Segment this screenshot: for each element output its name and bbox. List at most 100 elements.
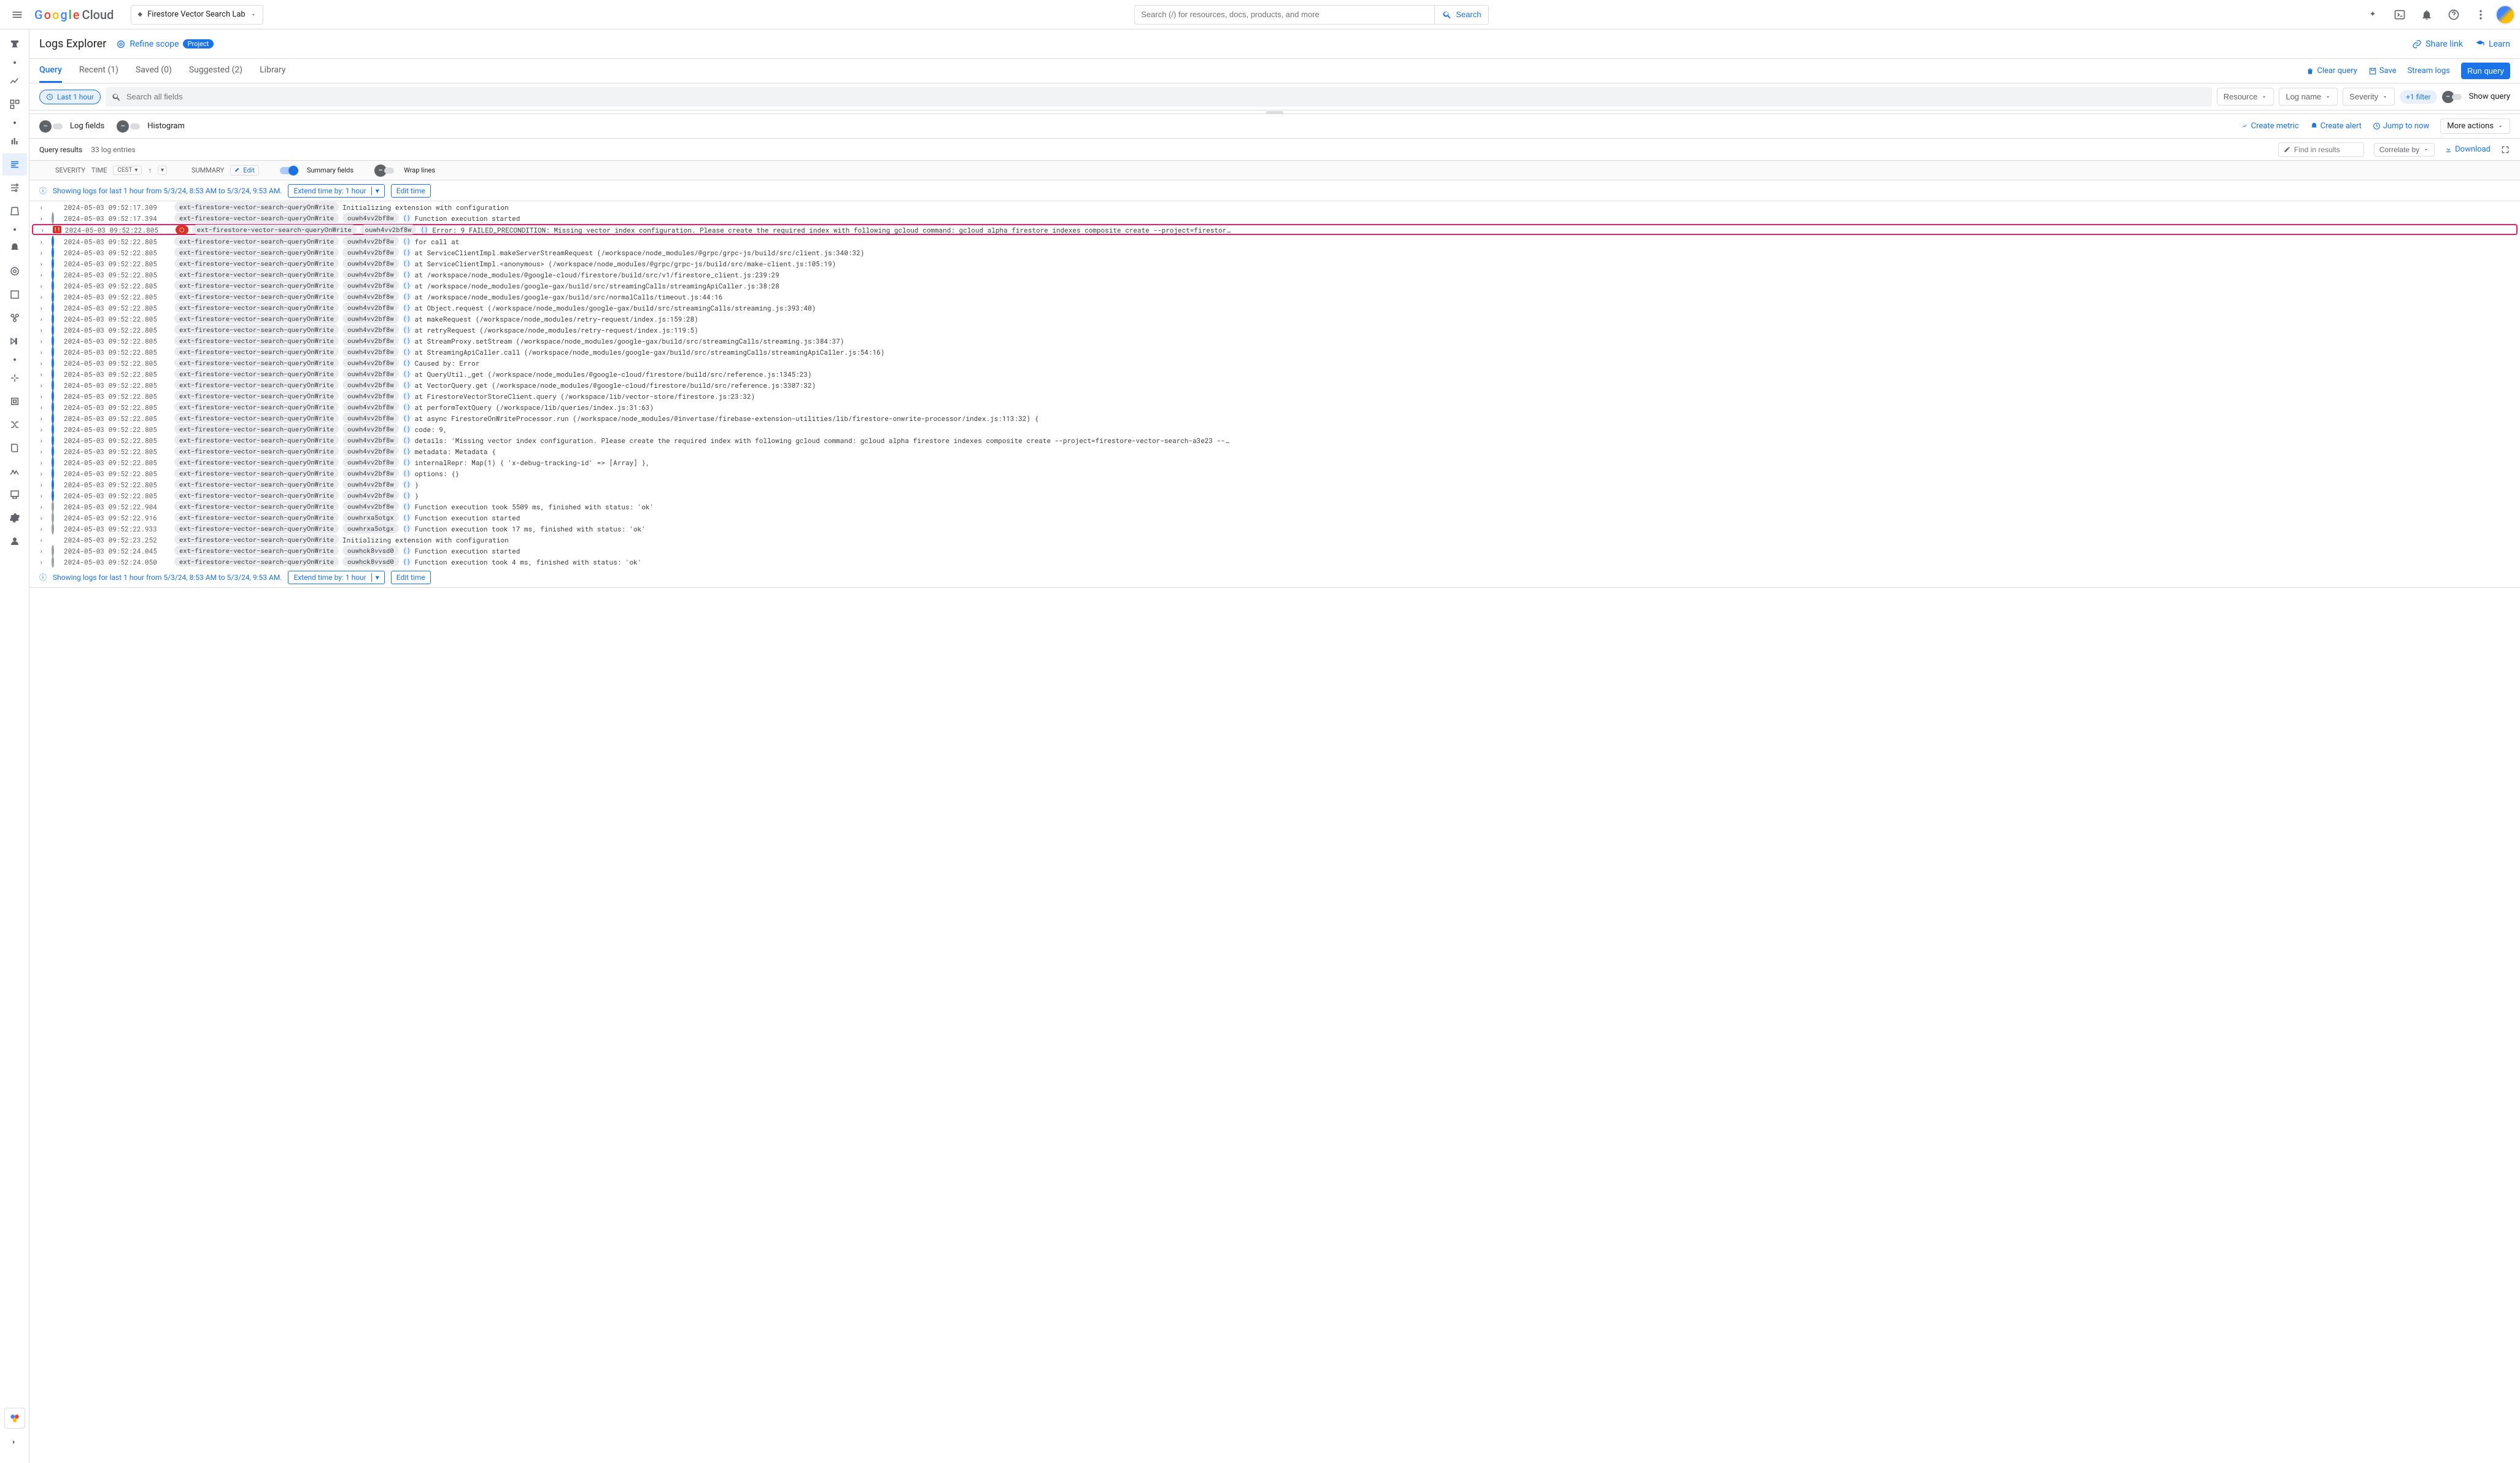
show-query-toggle[interactable]: − xyxy=(2442,91,2462,103)
log-row[interactable]: ›!!2024-05-03 09:52:22.805⬡ext-firestore… xyxy=(32,224,2518,235)
find-in-results-input[interactable] xyxy=(2294,145,2359,154)
expand-icon[interactable]: › xyxy=(39,248,48,257)
rail-settings-icon[interactable] xyxy=(2,507,27,529)
jump-to-now-button[interactable]: Jump to now xyxy=(2373,122,2429,131)
cloud-functions-icon[interactable]: ⟨⟩ xyxy=(403,259,411,268)
function-name-chip[interactable]: ext-firestore-vector-search-queryOnWrite xyxy=(174,457,339,467)
cloud-functions-icon[interactable]: ⟨⟩ xyxy=(403,557,411,566)
expand-icon[interactable]: › xyxy=(39,480,48,489)
function-name-chip[interactable]: ext-firestore-vector-search-queryOnWrite xyxy=(174,446,339,456)
summary-fields-toggle[interactable]: ✓ xyxy=(280,166,298,176)
log-row[interactable]: ›2024-05-03 09:52:22.805ext-firestore-ve… xyxy=(29,313,2520,324)
execution-id-chip[interactable]: ouwh4vv2bf8w xyxy=(342,314,399,323)
execution-id-chip[interactable]: ouwhck8vvsd0 xyxy=(342,557,399,566)
cloud-functions-icon[interactable]: ⟨⟩ xyxy=(403,491,411,500)
cloud-functions-icon[interactable]: ⟨⟩ xyxy=(403,436,411,444)
execution-id-chip[interactable]: ouwh4vv2bf8w xyxy=(342,347,399,357)
function-name-chip[interactable]: ext-firestore-vector-search-queryOnWrite xyxy=(174,512,339,522)
project-selector[interactable]: ◆ Firestore Vector Search Lab xyxy=(131,5,263,25)
edit-summary-button[interactable]: Edit xyxy=(230,165,259,176)
rail-integrations-icon[interactable] xyxy=(2,367,27,389)
rail-config-icon[interactable] xyxy=(2,484,27,506)
execution-id-chip[interactable]: ouwh4vv2bf8w xyxy=(342,457,399,467)
clear-query-button[interactable]: Clear query xyxy=(2306,66,2357,75)
search-all-fields[interactable] xyxy=(106,87,2212,107)
log-row[interactable]: ›2024-05-03 09:52:22.805ext-firestore-ve… xyxy=(29,379,2520,390)
cloud-functions-icon[interactable]: ⟨⟩ xyxy=(403,425,411,433)
cloud-functions-icon[interactable]: ⟨⟩ xyxy=(403,214,411,222)
histogram-toggle[interactable]: − Histogram xyxy=(117,120,185,133)
expand-icon[interactable]: › xyxy=(39,369,48,379)
cloud-functions-icon[interactable]: ⟨⟩ xyxy=(403,414,411,422)
execution-id-chip[interactable]: ouwh4vv2bf8w xyxy=(342,280,399,290)
rail-chart-icon[interactable] xyxy=(2,130,27,152)
function-name-chip[interactable]: ext-firestore-vector-search-queryOnWrite xyxy=(174,402,339,412)
gemini-icon[interactable]: ✦ xyxy=(2360,2,2385,27)
function-name-chip[interactable]: ext-firestore-vector-search-queryOnWrite xyxy=(174,291,339,301)
cloud-functions-icon[interactable]: ⟨⟩ xyxy=(403,292,411,301)
log-row[interactable]: ›2024-05-03 09:52:17.394ext-firestore-ve… xyxy=(29,212,2520,223)
cloud-functions-icon[interactable]: ⟨⟩ xyxy=(403,546,411,555)
refine-scope-button[interactable]: Refine scope Project xyxy=(116,39,214,49)
cloud-functions-icon[interactable]: ⟨⟩ xyxy=(403,325,411,334)
function-name-chip[interactable]: ext-firestore-vector-search-queryOnWrite xyxy=(174,380,339,390)
log-row[interactable]: ›2024-05-03 09:52:22.805ext-firestore-ve… xyxy=(29,335,2520,346)
log-row[interactable]: ›2024-05-03 09:52:22.805ext-firestore-ve… xyxy=(29,390,2520,401)
timezone-selector[interactable]: CEST▾ xyxy=(113,166,142,175)
cloud-functions-icon[interactable]: ⟨⟩ xyxy=(403,380,411,389)
log-row[interactable]: ›2024-05-03 09:52:22.805ext-firestore-ve… xyxy=(29,346,2520,357)
cloud-functions-icon[interactable]: ⟨⟩ xyxy=(403,458,411,466)
rail-slo-icon[interactable] xyxy=(2,284,27,306)
execution-id-chip[interactable]: ouwhck8vvsd0 xyxy=(342,546,399,555)
expand-icon[interactable]: › xyxy=(39,491,48,500)
log-row[interactable]: ›2024-05-03 09:52:22.805ext-firestore-ve… xyxy=(29,457,2520,468)
search-all-fields-input[interactable] xyxy=(126,92,2206,101)
function-name-chip[interactable]: ext-firestore-vector-search-queryOnWrite xyxy=(174,347,339,357)
edit-time-button[interactable]: Edit time xyxy=(391,184,431,198)
expand-icon[interactable]: › xyxy=(39,524,48,533)
expand-icon[interactable]: › xyxy=(39,325,48,334)
execution-id-chip[interactable]: ouwh4vv2bf8w xyxy=(342,258,399,268)
execution-id-chip[interactable]: ouwh4vv2bf8w xyxy=(342,291,399,301)
log-row[interactable]: ›2024-05-03 09:52:22.805ext-firestore-ve… xyxy=(29,291,2520,302)
execution-id-chip[interactable]: ouwh4vv2bf8w xyxy=(342,358,399,368)
execution-id-chip[interactable]: ouwh4vv2bf8w xyxy=(342,336,399,345)
correlate-by-button[interactable]: Correlate by xyxy=(2374,143,2435,156)
expand-icon[interactable]: › xyxy=(39,380,48,390)
function-name-chip[interactable]: ext-firestore-vector-search-queryOnWrite xyxy=(174,280,339,290)
create-metric-button[interactable]: Create metric xyxy=(2241,122,2299,131)
user-avatar[interactable] xyxy=(2495,5,2515,25)
cloud-functions-icon[interactable]: ⟨⟩ xyxy=(403,248,411,257)
find-in-results[interactable] xyxy=(2278,142,2364,157)
share-link-button[interactable]: Share link xyxy=(2412,39,2463,49)
rail-iam-icon[interactable] xyxy=(2,530,27,552)
rail-groups-icon[interactable] xyxy=(2,307,27,329)
function-name-chip[interactable]: ext-firestore-vector-search-queryOnWrite xyxy=(174,546,339,555)
log-row[interactable]: ›2024-05-03 09:52:22.805ext-firestore-ve… xyxy=(29,302,2520,313)
tab-saved[interactable]: Saved (0) xyxy=(136,59,172,83)
function-name-chip[interactable]: ext-firestore-vector-search-queryOnWrite xyxy=(174,391,339,401)
log-row[interactable]: ›2024-05-03 09:52:22.805ext-firestore-ve… xyxy=(29,236,2520,247)
expand-icon[interactable]: › xyxy=(39,259,48,268)
more-actions-button[interactable]: More actions xyxy=(2440,118,2510,134)
log-row[interactable]: ›2024-05-03 09:52:22.916ext-firestore-ve… xyxy=(29,512,2520,523)
function-name-chip[interactable]: ext-firestore-vector-search-queryOnWrite xyxy=(174,369,339,379)
execution-id-chip[interactable]: ouwh4vv2bf8w xyxy=(342,446,399,456)
execution-id-chip[interactable]: ouwh4vv2bf8w xyxy=(342,391,399,401)
expand-icon[interactable]: › xyxy=(39,303,48,312)
cloud-functions-icon[interactable]: ⟨⟩ xyxy=(403,480,411,488)
expand-icon[interactable]: › xyxy=(39,425,48,434)
expand-icon[interactable]: › xyxy=(39,214,48,223)
expand-icon[interactable]: › xyxy=(41,225,49,234)
function-name-chip[interactable]: ext-firestore-vector-search-queryOnWrite xyxy=(174,236,339,246)
function-name-chip[interactable]: ext-firestore-vector-search-queryOnWrite xyxy=(174,303,339,312)
execution-id-chip[interactable]: ouwh4vv2bf8w xyxy=(342,236,399,246)
function-name-chip[interactable]: ext-firestore-vector-search-queryOnWrite xyxy=(174,247,339,257)
plus-filter-chip[interactable]: +1 filter xyxy=(2400,90,2437,104)
wrap-lines-toggle[interactable]: − xyxy=(374,164,394,177)
function-name-chip[interactable]: ext-firestore-vector-search-queryOnWrite xyxy=(174,314,339,323)
fullscreen-button[interactable] xyxy=(2500,145,2510,155)
log-row[interactable]: ›2024-05-03 09:52:22.805ext-firestore-ve… xyxy=(29,490,2520,501)
function-name-chip[interactable]: ext-firestore-vector-search-queryOnWrite xyxy=(174,358,339,368)
rail-book-icon[interactable] xyxy=(2,437,27,459)
